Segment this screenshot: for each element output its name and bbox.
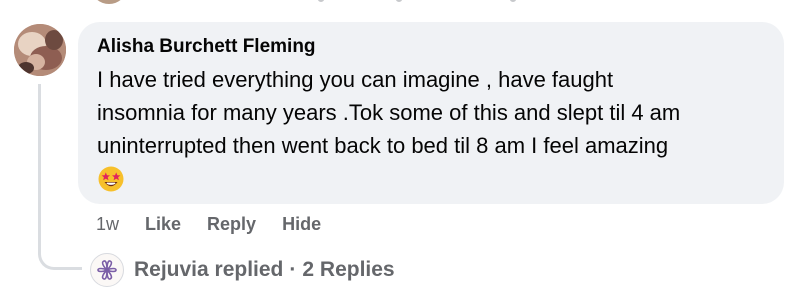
view-replies-link[interactable]: Rejuvia replied · 2 Replies: [90, 251, 395, 289]
previous-reaction-avatar: [92, 0, 126, 4]
thread-connector-line: [38, 84, 82, 270]
previous-comment-fragment: [300, 0, 560, 3]
comment-bubble: Alisha Burchett Fleming I have tried eve…: [78, 22, 784, 204]
comment-line: uninterrupted then went back to bed til …: [97, 133, 669, 158]
avatar-photo-icon: [14, 24, 66, 76]
replier-label: Rejuvia replied: [134, 258, 284, 281]
comment-actions: 1w Like Reply Hide: [96, 212, 347, 236]
avatar[interactable]: [14, 24, 66, 76]
hide-button[interactable]: Hide: [282, 214, 321, 235]
comment-thread: Alisha Burchett Fleming I have tried eve…: [0, 0, 800, 297]
comment-body: I have tried everything you can imagine …: [97, 63, 769, 195]
replies-separator: ·: [289, 258, 297, 281]
comment-author-name[interactable]: Alisha Burchett Fleming: [97, 35, 766, 59]
rejuvia-logo-icon: [97, 260, 117, 280]
comment-line: I have tried everything you can imagine …: [97, 67, 614, 92]
comment-line: insomnia for many years .Tok some of thi…: [97, 100, 681, 125]
comment-timestamp[interactable]: 1w: [96, 214, 119, 235]
replies-count: 2 Replies: [302, 258, 395, 281]
replier-avatar: [90, 253, 124, 287]
like-button[interactable]: Like: [145, 214, 181, 235]
reply-button[interactable]: Reply: [207, 214, 256, 235]
star-struck-emoji-icon: [98, 166, 124, 192]
